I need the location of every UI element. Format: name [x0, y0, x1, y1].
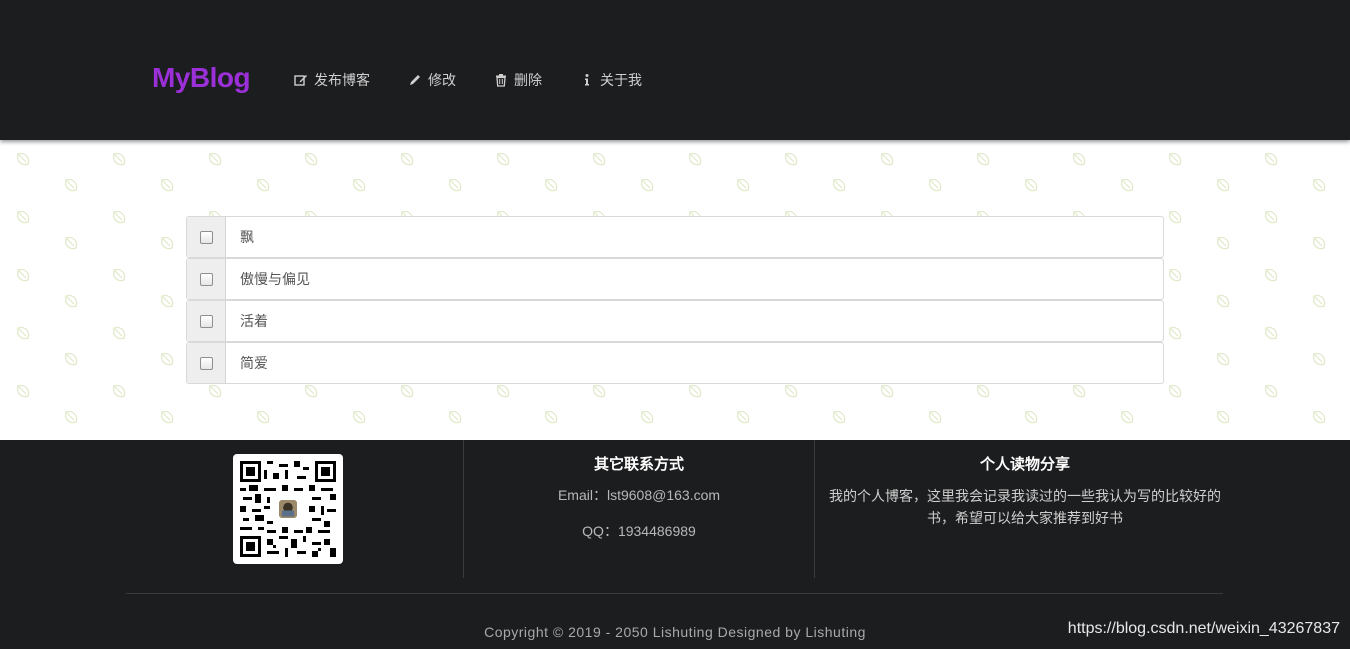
list-item[interactable]: 傲慢与偏见: [186, 258, 1164, 300]
item-checkbox[interactable]: [199, 314, 213, 328]
share-text: 我的个人博客，这里我会记录我读过的一些我认为写的比较好的书，希望可以给大家推荐到…: [829, 488, 1221, 526]
brand-logo[interactable]: MyBlog: [152, 62, 251, 94]
item-checkbox[interactable]: [199, 356, 213, 370]
footer-divider: [126, 593, 1223, 594]
item-checkbox[interactable]: [199, 272, 213, 286]
nav-delete[interactable]: 删除: [494, 70, 542, 90]
edit-icon: [294, 73, 308, 87]
column-divider: [814, 440, 815, 578]
nav-delete-label: 删除: [514, 72, 542, 88]
main-nav: 发布博客 修改 删除 关于我: [294, 70, 680, 90]
share-title: 个人读物分享: [979, 456, 1070, 473]
checkbox-cell: [187, 343, 226, 383]
nav-edit-label: 修改: [428, 72, 456, 88]
main-content: 飘 傲慢与偏见 活着 简爱: [0, 140, 1350, 440]
nav-publish-label: 发布博客: [314, 72, 370, 88]
item-title[interactable]: 飘: [226, 217, 1163, 257]
checkbox-cell: [187, 259, 226, 299]
contact-email: Email：lst9608@163.com: [557, 487, 721, 503]
qr-code-image: [240, 461, 336, 557]
item-checkbox[interactable]: [199, 230, 213, 244]
book-list: 飘 傲慢与偏见 活着 简爱: [186, 216, 1164, 384]
item-title[interactable]: 傲慢与偏见: [226, 259, 1163, 299]
pencil-icon: [408, 73, 422, 87]
list-item[interactable]: 简爱: [186, 342, 1164, 384]
checkbox-cell: [187, 217, 226, 257]
contact-title: 其它联系方式: [593, 456, 684, 473]
contact-qq: QQ：1934486989: [582, 523, 696, 539]
nav-publish[interactable]: 发布博客: [294, 70, 370, 90]
qr-code: [233, 454, 343, 564]
trash-icon: [494, 73, 508, 87]
item-title[interactable]: 简爱: [226, 343, 1163, 383]
site-header: MyBlog 发布博客 修改 删除 关于我: [0, 0, 1350, 140]
list-item[interactable]: 活着: [186, 300, 1164, 342]
watermark-url: https://blog.csdn.net/weixin_43267837: [1067, 620, 1340, 637]
list-item[interactable]: 飘: [186, 216, 1164, 258]
site-footer: 其它联系方式 Email：lst9608@163.com QQ：19344869…: [0, 440, 1350, 649]
info-icon: [580, 73, 594, 87]
checkbox-cell: [187, 301, 226, 341]
nav-edit[interactable]: 修改: [408, 70, 456, 90]
nav-about-label: 关于我: [600, 72, 642, 88]
item-title[interactable]: 活着: [226, 301, 1163, 341]
nav-about[interactable]: 关于我: [580, 70, 642, 90]
